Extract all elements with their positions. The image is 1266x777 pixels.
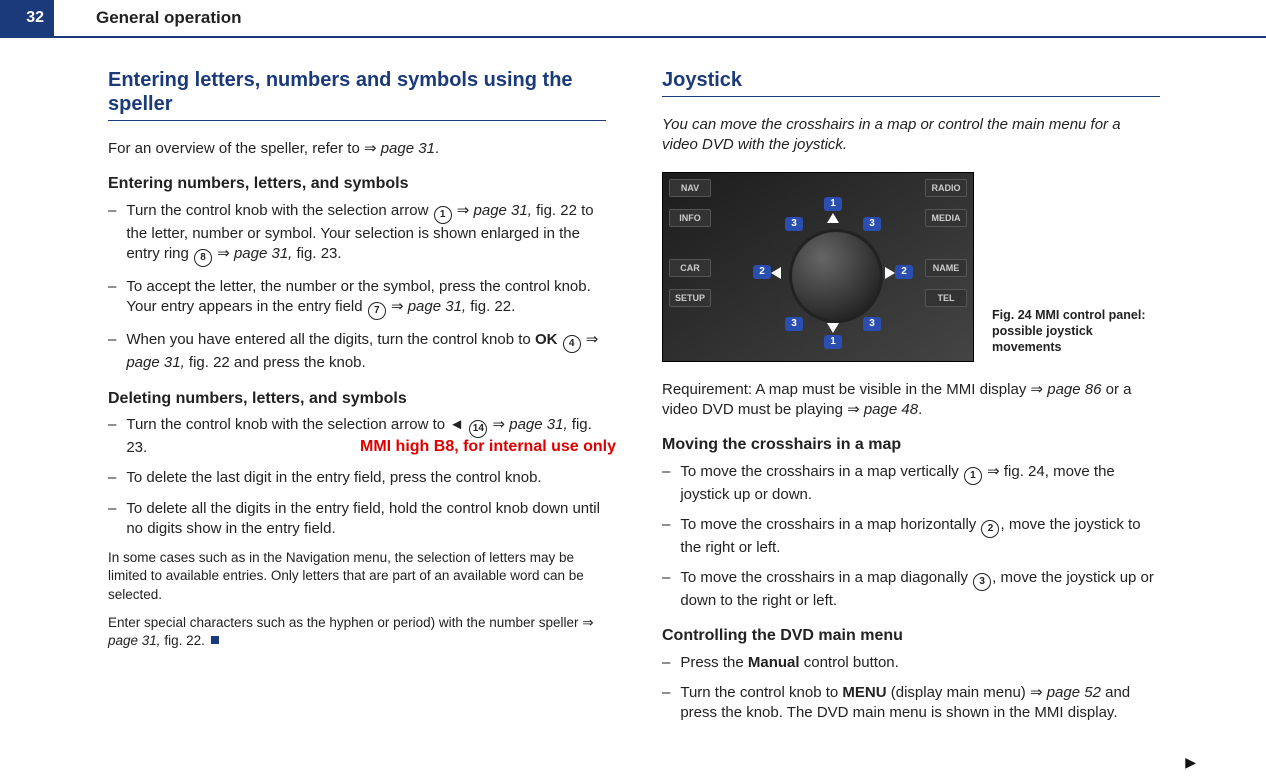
chapter-title: General operation [96,8,241,28]
deleting-list: Turn the control knob with the selection… [108,415,606,539]
list-item: To move the crosshairs in a map diagonal… [662,568,1160,611]
list-item: Turn the control knob with the selection… [108,201,606,267]
figure-24-row: NAV INFO CAR SETUP RADIO MEDIA NAME TEL … [662,172,1160,362]
callout-7-icon: 7 [368,302,386,320]
list-item: Turn the control knob with the selection… [108,415,606,458]
continue-arrow-icon: ▶ [1185,754,1196,771]
list-item: Turn the control knob to MENU (display m… [662,683,1160,724]
callout-4-icon: 4 [563,335,581,353]
panel-btn-tel: TEL [925,289,967,307]
bubble-1-bottom: 1 [824,335,842,349]
panel-btn-info: INFO [669,209,711,227]
back-arrow-icon: ◄ [449,416,464,433]
callout-1-icon: 1 [434,206,452,224]
end-square-icon [211,636,219,644]
callout-8-icon: 8 [194,249,212,267]
subhead-moving-crosshairs: Moving the crosshairs in a map [662,434,1160,456]
bubble-1-top: 1 [824,197,842,211]
list-item: To move the crosshairs in a map vertical… [662,462,1160,505]
subhead-entering: Entering numbers, letters, and symbols [108,173,606,195]
arrow-right-icon [885,267,895,279]
speller-intro: For an overview of the speller, refer to… [108,139,606,159]
subhead-dvd-menu: Controlling the DVD main menu [662,625,1160,647]
figure-24-image: NAV INFO CAR SETUP RADIO MEDIA NAME TEL … [662,172,974,362]
panel-btn-media: MEDIA [925,209,967,227]
panel-btn-radio: RADIO [925,179,967,197]
arrow-down-icon [827,323,839,333]
list-item: To delete all the digits in the entry fi… [108,499,606,540]
bubble-3-tr: 3 [863,217,881,231]
panel-btn-nav: NAV [669,179,711,197]
section-title-joystick: Joystick [662,68,1160,97]
crosshairs-list: To move the crosshairs in a map vertical… [662,462,1160,612]
list-item: To move the crosshairs in a map horizont… [662,515,1160,558]
dvd-list: Press the Manual control button. Turn th… [662,653,1160,724]
callout-2-icon: 2 [981,520,999,538]
right-column: Joystick You can move the crosshairs in … [662,68,1160,734]
bubble-2-right: 2 [895,265,913,279]
list-item: To delete the last digit in the entry fi… [108,468,606,488]
subhead-deleting: Deleting numbers, letters, and symbols [108,388,606,410]
panel-btn-name: NAME [925,259,967,277]
page-number: 32 [26,9,44,27]
figure-24-caption: Fig. 24 MMI control panel: possible joys… [992,307,1160,356]
bubble-3-br: 3 [863,317,881,331]
callout-1-icon: 1 [964,467,982,485]
bubble-3-bl: 3 [785,317,803,331]
entering-list: Turn the control knob with the selection… [108,201,606,374]
list-item: To accept the letter, the number or the … [108,277,606,320]
section-title-speller: Entering letters, numbers and symbols us… [108,68,606,121]
callout-3-icon: 3 [973,573,991,591]
arrow-left-icon [771,267,781,279]
arrow-up-icon [827,213,839,223]
bubble-3-tl: 3 [785,217,803,231]
joystick-lead: You can move the crosshairs in a map or … [662,115,1160,156]
list-item: When you have entered all the digits, tu… [108,330,606,373]
control-knob-icon [789,229,883,323]
page-number-box: 32 [0,0,54,36]
panel-btn-car: CAR [669,259,711,277]
callout-14-icon: 14 [469,420,487,438]
note-nav-limit: In some cases such as in the Navigation … [108,549,606,604]
panel-btn-setup: SETUP [669,289,711,307]
bubble-2-left: 2 [753,265,771,279]
content-columns: Entering letters, numbers and symbols us… [0,38,1266,734]
joystick-requirement: Requirement: A map must be visible in th… [662,380,1160,421]
note-special-chars: Enter special characters such as the hyp… [108,614,606,650]
list-item: Press the Manual control button. [662,653,1160,673]
left-column: Entering letters, numbers and symbols us… [108,68,606,734]
page-header: 32 General operation [0,0,1266,38]
